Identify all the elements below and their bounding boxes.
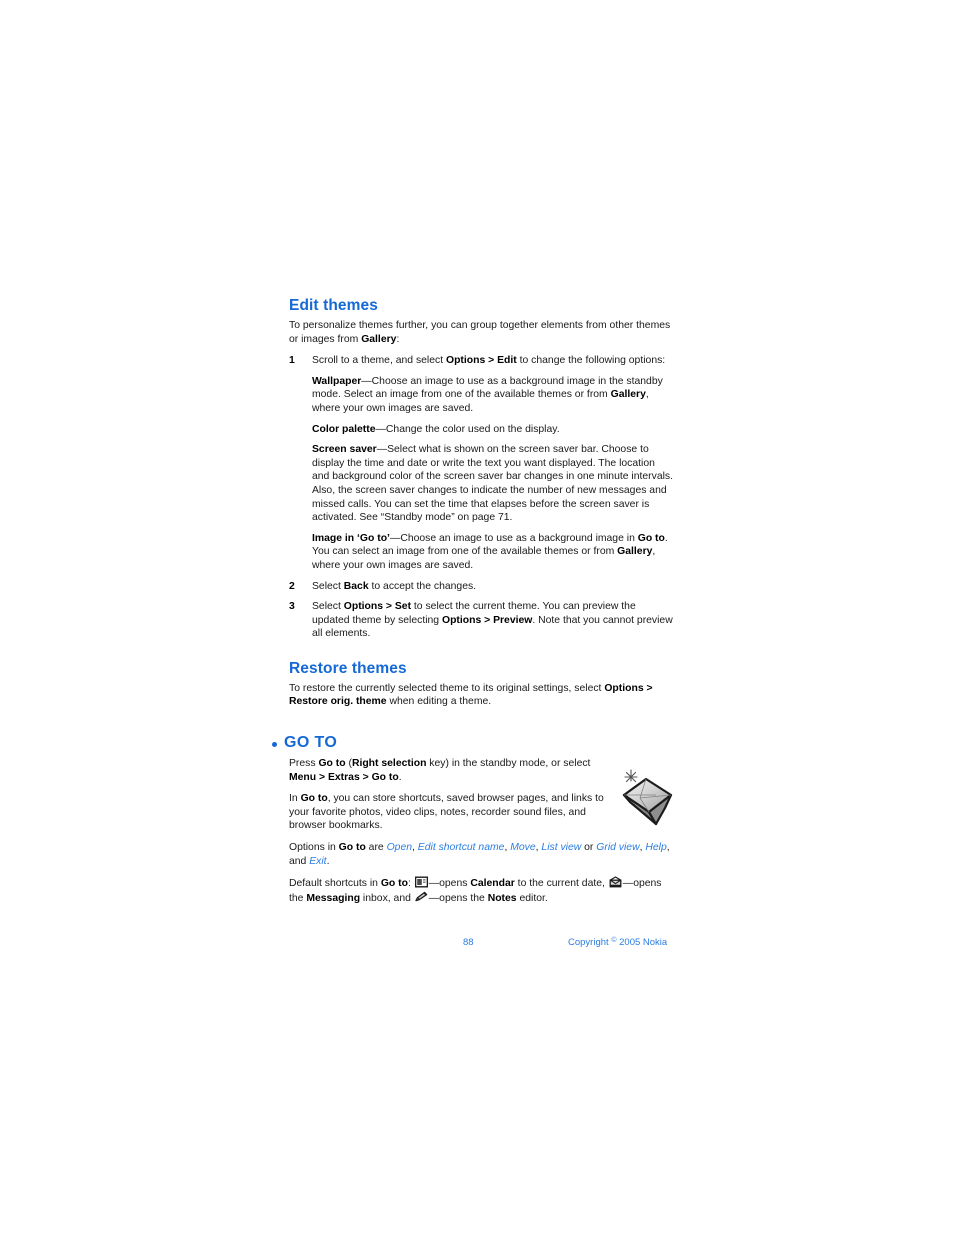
image-in-goto-b: Go to [637, 532, 665, 544]
shortcuts-c: : [407, 878, 414, 890]
shortcuts-i: editor. [516, 892, 548, 904]
image-in-goto-term: Image in ‘Go to’ [312, 532, 390, 544]
go-to-press-text: Press Go to (Right selection key) in the… [289, 757, 607, 784]
image-in-goto-text: Image in ‘Go to’—Choose an image to use … [312, 532, 673, 573]
store-c: , you can store shortcuts, saved browser… [289, 793, 604, 832]
list-item-step-2: 2 Select Back to accept the changes. [289, 580, 673, 594]
color-palette-term: Color palette [312, 423, 376, 435]
restore-c: when editing a theme. [386, 696, 492, 708]
restore-a: To restore the currently selected theme … [289, 682, 605, 694]
restore-themes-text: To restore the currently selected theme … [289, 682, 673, 709]
step3-b: Options > Set [343, 601, 412, 613]
option-list-view: List view [541, 842, 582, 854]
section-heading-edit-themes: Edit themes [289, 297, 378, 314]
step-number: 3 [289, 601, 295, 613]
diamond-gem-icon [616, 768, 678, 828]
shortcuts-g: inbox, and [360, 892, 414, 904]
store-b: Go to [300, 793, 328, 805]
options-end: . [326, 855, 330, 867]
shortcuts-b: Go to [380, 878, 408, 890]
options-b: Go to [338, 842, 366, 854]
press-e: key) in the standby mode, or select [426, 758, 591, 770]
page-number: 88 [463, 937, 474, 948]
step1-c: to change the following options: [516, 355, 666, 367]
chapter-heading-go-to: GO TO [272, 734, 673, 752]
shortcuts-messaging: Messaging [306, 892, 361, 904]
content-column: Edit themes To personalize themes furthe… [272, 297, 673, 913]
color-palette-text: Color palette—Change the color used on t… [312, 423, 673, 437]
option-wallpaper: Wallpaper—Choose an image to use as a ba… [289, 375, 673, 416]
intro-text-a: To personalize themes further, you can g… [289, 320, 671, 345]
press-a: Press [289, 758, 319, 770]
intro-text-c: : [396, 333, 400, 345]
copyright-pre: Copyright [568, 937, 612, 948]
press-g: . [398, 771, 402, 783]
option-exit: Exit [309, 855, 327, 867]
press-b: Go to [318, 758, 346, 770]
notes-pencil-icon [415, 891, 428, 903]
copyright-post: 2005 Nokia [616, 937, 668, 948]
section-heading-restore-themes: Restore themes [289, 659, 407, 677]
shortcuts-e: to the current date, [514, 878, 608, 890]
go-to-store-text: In Go to, you can store shortcuts, saved… [289, 792, 607, 833]
step-2-text: Select Back to accept the changes. [312, 580, 673, 594]
options-a: Options in [289, 842, 339, 854]
step-number: 1 [289, 355, 295, 367]
messaging-envelope-icon [609, 876, 622, 888]
go-to-body: Press Go to (Right selection key) in the… [289, 757, 673, 905]
press-d: Right selection [351, 758, 427, 770]
option-move: Move [510, 842, 536, 854]
shortcuts-calendar: Calendar [470, 878, 515, 890]
screen-saver-text: Screen saver—Select what is shown on the… [312, 443, 673, 525]
option-help: Help [645, 842, 667, 854]
screen-saver-a: —Select what is shown on the screen save… [312, 444, 673, 524]
step1-b: Options > Edit [446, 355, 517, 367]
image-in-goto-d: Gallery [617, 546, 653, 558]
go-to-shortcuts-text: Default shortcuts in Go to: —opens Calen… [289, 876, 673, 905]
step1-a: Scroll to a theme, and select [312, 355, 446, 367]
chapter-title-label: GO TO [284, 734, 338, 752]
options-c: are [365, 842, 387, 854]
step-1-text: Scroll to a theme, and select Options > … [312, 354, 673, 368]
edit-themes-steps: 1 Scroll to a theme, and select Options … [289, 354, 673, 641]
press-f: Menu > Extras > Go to [289, 771, 399, 783]
step2-b: Back [343, 580, 369, 592]
image-in-goto-a: —Choose an image to use as a background … [389, 532, 638, 544]
option-grid-view: Grid view [596, 842, 640, 854]
bullet-dot-icon [272, 741, 277, 747]
option-screen-saver: Screen saver—Select what is shown on the… [289, 443, 673, 525]
step2-c: to accept the changes. [368, 580, 477, 592]
wallpaper-gallery: Gallery [610, 389, 646, 401]
shortcuts-h: —opens the [428, 892, 488, 904]
intro-bold-gallery: Gallery [361, 333, 397, 345]
step-3-text: Select Options > Set to select the curre… [312, 600, 673, 641]
shortcuts-notes: Notes [487, 892, 517, 904]
copyright-notice: Copyright © 2005 Nokia [568, 937, 667, 948]
wallpaper-term: Wallpaper [312, 375, 362, 387]
list-item-step-3: 3 Select Options > Set to select the cur… [289, 600, 673, 641]
go-to-options-text: Options in Go to are Open, Edit shortcut… [289, 841, 673, 868]
document-page: Edit themes To personalize themes furthe… [0, 0, 954, 1235]
store-a: In [289, 793, 301, 805]
list-item-step-1: 1 Scroll to a theme, and select Options … [289, 354, 673, 368]
step-number: 2 [289, 580, 295, 592]
option-image-in-goto: Image in ‘Go to’—Choose an image to use … [289, 532, 673, 573]
option-color-palette: Color palette—Change the color used on t… [289, 423, 673, 437]
step3-d: Options > Preview [441, 614, 533, 626]
page-footer: 88 Copyright © 2005 Nokia [0, 937, 954, 953]
wallpaper-text: Wallpaper—Choose an image to use as a ba… [312, 375, 673, 416]
color-palette-a: —Change the color used on the display. [375, 423, 560, 435]
shortcuts-d: —opens [428, 878, 471, 890]
sep-or: or [581, 842, 597, 854]
option-open: Open [386, 842, 413, 854]
edit-themes-intro: To personalize themes further, you can g… [289, 319, 673, 346]
step3-a: Select [312, 601, 344, 613]
option-edit-shortcut-name: Edit shortcut name [417, 842, 505, 854]
calendar-icon [414, 876, 428, 888]
screen-saver-term: Screen saver [312, 444, 377, 456]
step2-a: Select [312, 580, 344, 592]
shortcuts-a: Default shortcuts in [289, 878, 381, 890]
